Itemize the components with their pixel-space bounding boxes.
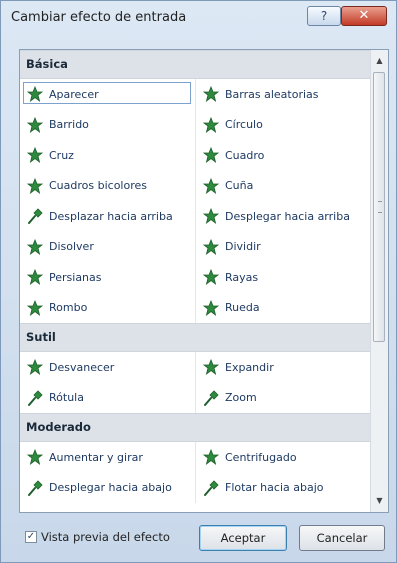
effect-item-label: Barras aleatorias [225, 87, 319, 101]
effect-item[interactable]: Cuadros bicolores [20, 170, 196, 201]
effect-item-label: Flotar hacia abajo [225, 481, 324, 495]
accept-button[interactable]: Aceptar [199, 525, 287, 551]
pin-crawl-in-icon [27, 208, 43, 225]
star-dissolve-icon [26, 238, 44, 255]
effect-item[interactable]: Aparecer [20, 79, 196, 110]
effect-item[interactable]: Barras aleatorias [196, 79, 370, 110]
change-entrance-effect-dialog: Cambiar efecto de entrada ? ✕ Básica Apar… [0, 0, 397, 563]
pin-float-down-icon [203, 480, 219, 496]
scroll-up-arrow[interactable]: ▲ [371, 52, 388, 70]
effect-item-label: Dividir [225, 240, 261, 254]
effect-item-label: Disolver [49, 240, 94, 254]
effect-item[interactable]: Disolver [20, 231, 196, 262]
effects-list-box: Básica Aparecer Barras aleatorias Barrido Cí… [19, 49, 389, 513]
star-peek-in-icon [202, 208, 220, 225]
close-button[interactable]: ✕ [341, 6, 387, 26]
star-fade-icon [26, 359, 44, 376]
effect-item-label: Rayas [225, 270, 259, 284]
effect-item-label: Cuña [225, 179, 254, 193]
effect-item[interactable]: Zoom [196, 383, 370, 414]
star-random-bars-icon [202, 86, 220, 103]
star-circle-icon [202, 116, 220, 133]
star-diamond-icon [26, 299, 44, 316]
effect-item-label: Desplazar hacia arriba [49, 209, 173, 223]
effect-item[interactable]: Círculo [196, 110, 370, 141]
effect-item-label: Desvanecer [49, 360, 115, 374]
star-wipe-icon [26, 116, 44, 133]
effects-grid: Desvanecer Expandir Rótula Zoom [20, 352, 370, 413]
effect-item-label: Cuadro [225, 148, 265, 162]
effect-item-label: Rótula [49, 391, 84, 405]
effects-grid: Aumentar y girar Centrifugado Desplegar ha… [20, 442, 370, 503]
star-grow-turn-icon [26, 449, 44, 466]
effect-item-label: Aumentar y girar [49, 450, 143, 464]
star-spinner-icon [202, 449, 220, 466]
vertical-scrollbar[interactable]: ▲ ▼ [370, 50, 388, 512]
scroll-down-arrow[interactable]: ▼ [371, 492, 388, 510]
effect-item-label: Barrido [49, 118, 89, 132]
effect-item[interactable]: Desvanecer [20, 352, 196, 383]
star-plus-icon [26, 147, 44, 164]
effect-item[interactable]: Desplegar hacia arriba [196, 201, 370, 232]
effect-item[interactable]: Cuadro [196, 140, 370, 171]
pin-zoom-icon [203, 390, 219, 406]
effect-item-label: Rombo [49, 301, 88, 315]
effect-item[interactable]: Rótula [20, 382, 196, 413]
pin-unfold-icon [27, 480, 43, 496]
effect-item-label: Cuadros bicolores [49, 179, 147, 193]
preview-effect-label: Vista previa del efecto [41, 530, 170, 544]
effect-item[interactable]: Desplegar hacia abajo [20, 472, 196, 503]
effect-item-label: Rueda [225, 301, 260, 315]
effects-list: Básica Aparecer Barras aleatorias Barrido Cí… [20, 50, 370, 503]
star-split-icon [202, 238, 220, 255]
preview-effect-checkbox[interactable]: ✓ Vista previa del efecto [25, 530, 170, 544]
effect-item[interactable]: Persianas [20, 262, 196, 293]
category-header: Sutil [20, 323, 370, 352]
star-blinds-icon [26, 269, 44, 286]
category-header: Básica [20, 50, 370, 79]
effect-item[interactable]: Rayas [196, 262, 370, 293]
dialog-footer: ✓ Vista previa del efecto Aceptar Cancel… [1, 519, 396, 559]
star-box-icon [202, 147, 220, 164]
star-wedge-icon [202, 177, 220, 194]
effect-item-label: Cruz [49, 148, 74, 162]
help-button[interactable]: ? [307, 6, 341, 26]
effect-item[interactable]: Rombo [20, 292, 196, 323]
effect-item[interactable]: Aumentar y girar [20, 442, 196, 473]
effect-item[interactable]: Cuña [196, 171, 370, 202]
dialog-title: Cambiar efecto de entrada [11, 10, 187, 25]
effect-item[interactable]: Expandir [196, 352, 370, 383]
effect-item-label: Aparecer [49, 87, 99, 101]
effect-item-label: Desplegar hacia abajo [49, 481, 172, 495]
scroll-grip-icon [378, 201, 382, 213]
effect-item[interactable]: Rueda [196, 293, 370, 324]
effect-item[interactable]: Desplazar hacia arriba [20, 201, 196, 232]
title-bar: Cambiar efecto de entrada ? ✕ [1, 1, 396, 37]
cancel-button[interactable]: Cancelar [299, 525, 385, 551]
star-checkerboard-icon [26, 177, 44, 194]
effect-item-label: Zoom [225, 391, 257, 405]
star-strips-icon [202, 269, 220, 286]
effect-item-label: Centrifugado [225, 450, 297, 464]
effect-item[interactable]: Cruz [20, 140, 196, 171]
effect-item[interactable]: Centrifugado [196, 442, 370, 473]
effect-item-label: Desplegar hacia arriba [225, 209, 350, 223]
effect-item[interactable]: Flotar hacia abajo [196, 473, 370, 504]
pin-swivel-icon [27, 390, 43, 406]
effects-grid: Aparecer Barras aleatorias Barrido Círculo C… [20, 79, 370, 323]
effect-item-label: Expandir [225, 360, 274, 374]
category-header: Moderado [20, 413, 370, 442]
star-expand-icon [202, 359, 220, 376]
effect-item-label: Círculo [225, 118, 263, 132]
star-appear-icon [26, 86, 44, 103]
effect-item-label: Persianas [49, 270, 102, 284]
star-wheel-icon [202, 299, 220, 316]
scroll-thumb[interactable] [373, 72, 385, 342]
effect-item[interactable]: Barrido [20, 109, 196, 140]
checkbox-checked-icon[interactable]: ✓ [25, 531, 37, 543]
effect-item[interactable]: Dividir [196, 232, 370, 263]
